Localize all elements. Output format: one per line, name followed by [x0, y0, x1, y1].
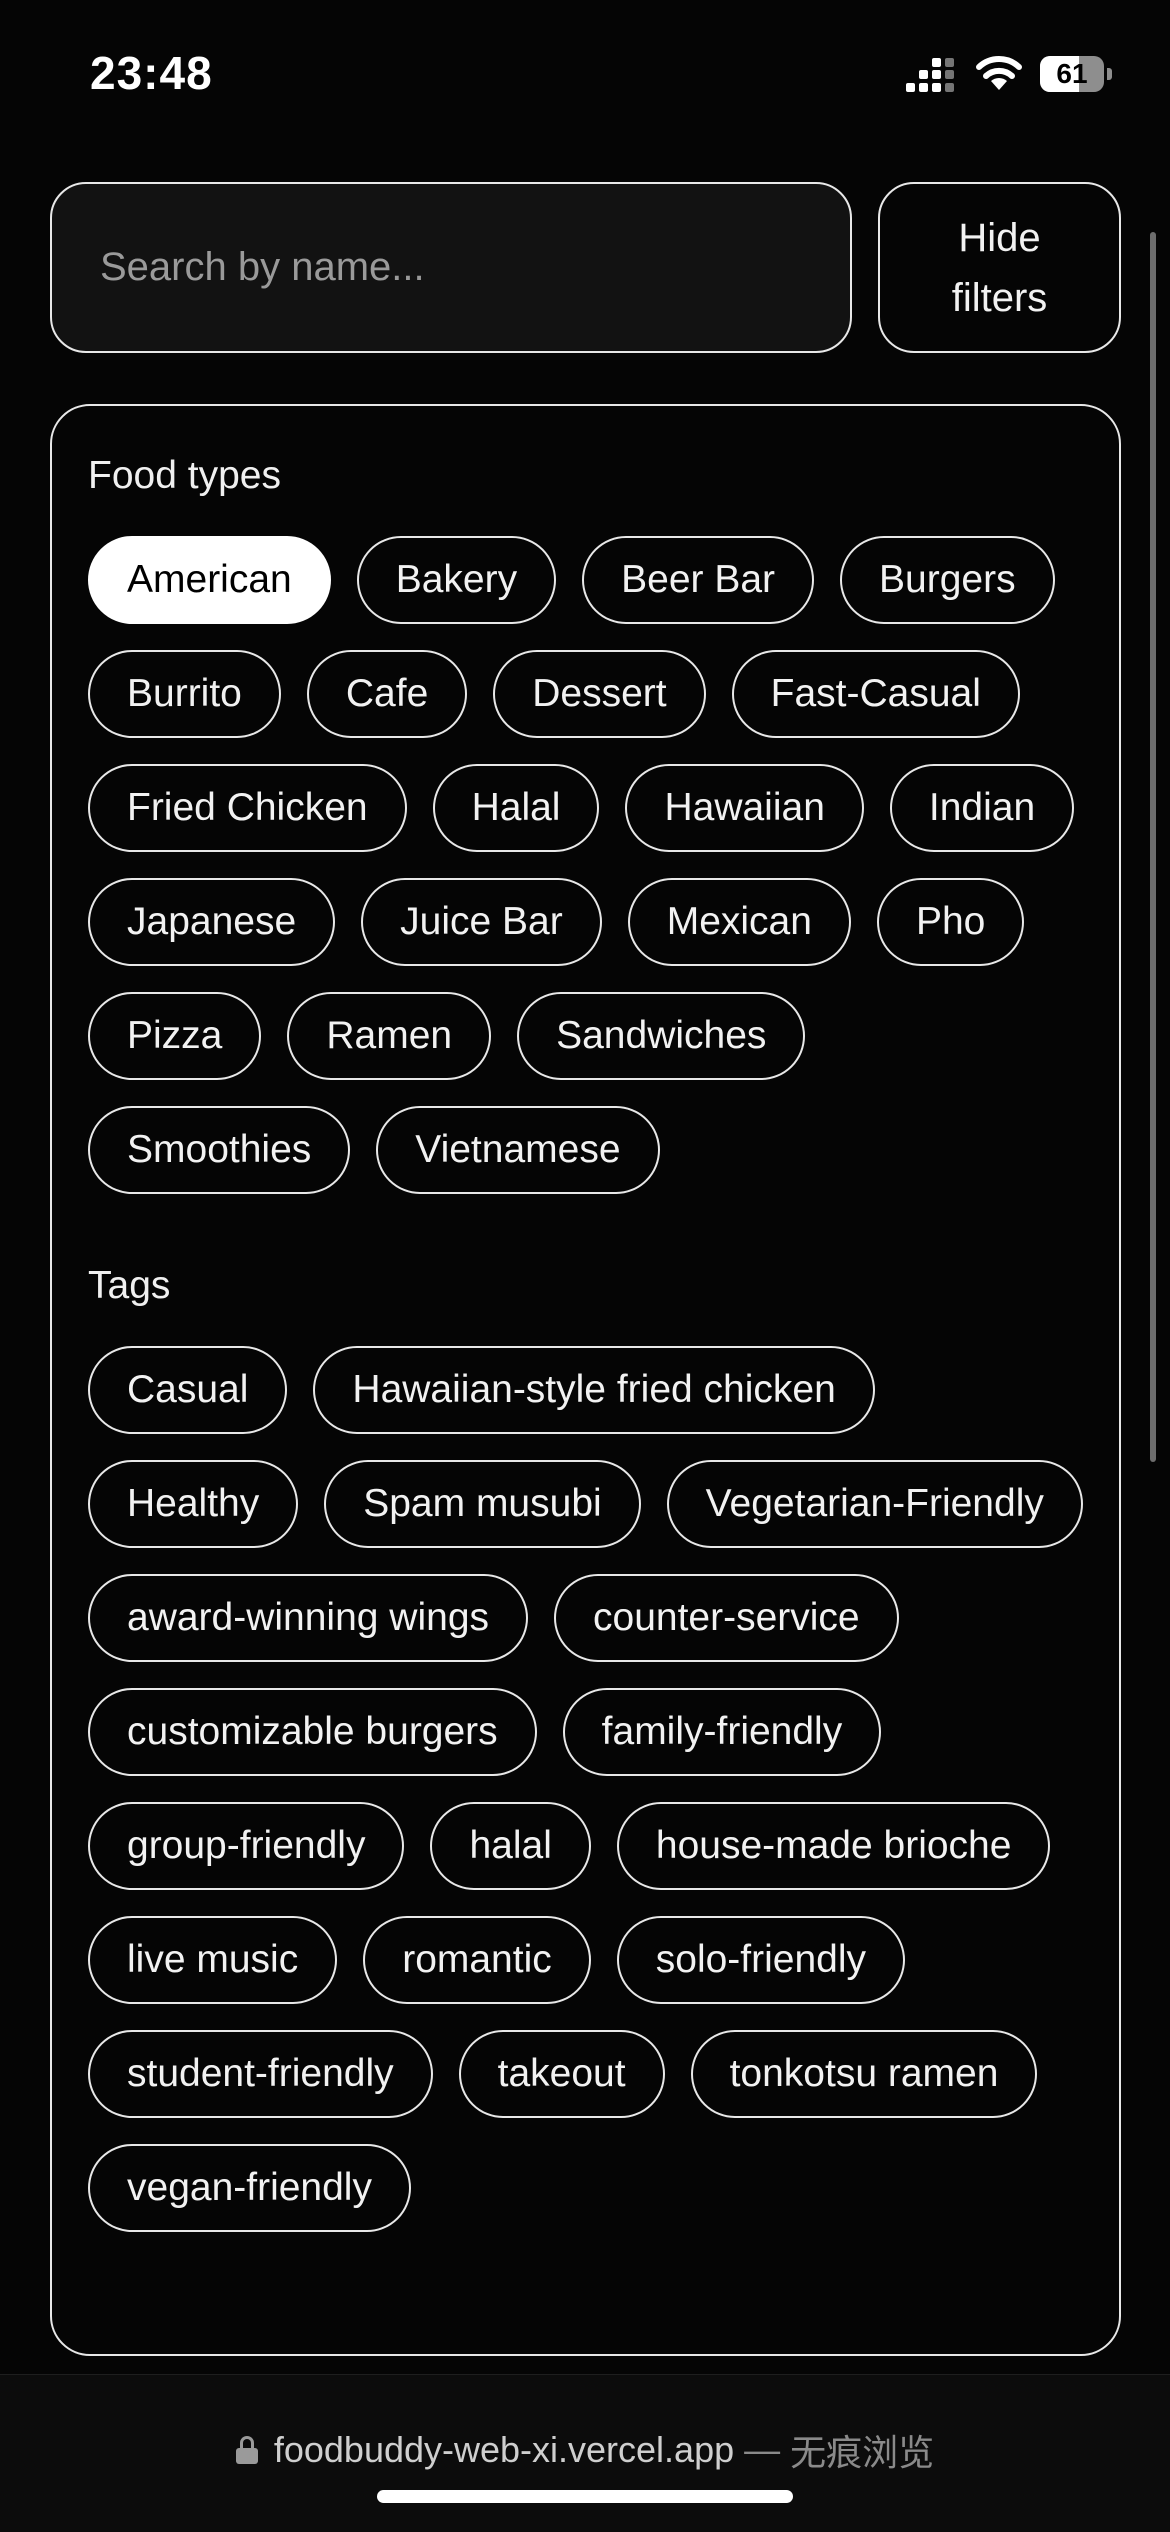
tag-chip-spam-musubi[interactable]: Spam musubi	[324, 1460, 641, 1548]
food-type-chip-indian[interactable]: Indian	[889, 764, 1075, 852]
food-type-chip-smoothies[interactable]: Smoothies	[88, 1106, 351, 1194]
food-type-chip-american[interactable]: American	[88, 536, 331, 624]
tag-chip-award-winning-wings[interactable]: award-winning wings	[88, 1574, 529, 1662]
food-type-chip-halal[interactable]: Halal	[432, 764, 600, 852]
food-type-chip-hawaiian[interactable]: Hawaiian	[625, 764, 864, 852]
screen: 23:48 61 Hide filters Food types America…	[0, 0, 1170, 2532]
food-type-chip-beer-bar[interactable]: Beer Bar	[582, 536, 815, 624]
food-type-chip-pizza[interactable]: Pizza	[88, 992, 262, 1080]
tag-chip-live-music[interactable]: live music	[88, 1916, 338, 2004]
food-type-chip-bakery[interactable]: Bakery	[356, 536, 557, 624]
food-types-title: Food types	[88, 454, 281, 497]
tag-chip-hawaiian-style-fried-chicken[interactable]: Hawaiian-style fried chicken	[313, 1346, 875, 1434]
url-text: foodbuddy-web-xi.vercel.app	[273, 2429, 735, 2470]
tag-chip-counter-service[interactable]: counter-service	[554, 1574, 899, 1662]
battery-icon: 61	[1040, 56, 1112, 92]
food-type-chip-japanese[interactable]: Japanese	[88, 878, 336, 966]
tag-chip-casual[interactable]: Casual	[88, 1346, 288, 1434]
tag-chip-takeout[interactable]: takeout	[458, 2030, 665, 2118]
food-type-chip-mexican[interactable]: Mexican	[627, 878, 851, 966]
food-types-chip-group: American Bakery Beer Bar Burgers Burrito Cafe…	[88, 536, 1083, 1194]
filter-panel: Food types American Bakery Beer Bar Burgers…	[50, 404, 1121, 2356]
tag-chip-tonkotsu-ramen[interactable]: tonkotsu ramen	[690, 2030, 1038, 2118]
food-type-chip-burrito[interactable]: Burrito	[88, 650, 281, 738]
food-type-chip-cafe[interactable]: Cafe	[306, 650, 468, 738]
food-type-chip-juice-bar[interactable]: Juice Bar	[361, 878, 602, 966]
tag-chip-romantic[interactable]: romantic	[363, 1916, 591, 2004]
food-type-chip-dessert[interactable]: Dessert	[493, 650, 706, 738]
tag-chip-vegetarian-friendly[interactable]: Vegetarian-Friendly	[666, 1460, 1083, 1548]
tag-chip-student-friendly[interactable]: student-friendly	[88, 2030, 433, 2118]
tag-chip-family-friendly[interactable]: family-friendly	[562, 1688, 882, 1776]
tag-chip-group-friendly[interactable]: group-friendly	[88, 1802, 405, 1890]
food-type-chip-sandwiches[interactable]: Sandwiches	[517, 992, 806, 1080]
home-indicator[interactable]	[377, 2490, 793, 2503]
food-type-chip-pho[interactable]: Pho	[876, 878, 1025, 966]
search-input[interactable]	[100, 184, 820, 351]
signal-icon	[906, 58, 954, 94]
tag-chip-vegan-friendly[interactable]: vegan-friendly	[88, 2144, 411, 2232]
tags-title: Tags	[88, 1264, 171, 1307]
tag-chip-solo-friendly[interactable]: solo-friendly	[616, 1916, 906, 2004]
tags-chip-group: Casual Hawaiian-style fried chicken Health…	[88, 1346, 1083, 2232]
food-type-chip-fast-casual[interactable]: Fast-Casual	[731, 650, 1020, 738]
browser-bottom-bar: foodbuddy-web-xi.vercel.app — 无痕浏览	[0, 2374, 1170, 2532]
tag-chip-customizable-burgers[interactable]: customizable burgers	[88, 1688, 537, 1776]
url-separator: —	[744, 2429, 781, 2470]
food-type-chip-burgers[interactable]: Burgers	[840, 536, 1055, 624]
battery-level-text: 61	[1056, 58, 1088, 89]
tag-chip-house-made-brioche[interactable]: house-made brioche	[616, 1802, 1051, 1890]
status-bar: 23:48 61	[0, 0, 1170, 150]
wifi-icon	[976, 56, 1022, 90]
private-browsing-label: 无痕浏览	[790, 2432, 935, 2473]
status-time: 23:48	[90, 47, 213, 99]
food-type-chip-ramen[interactable]: Ramen	[287, 992, 492, 1080]
food-type-chip-fried-chicken[interactable]: Fried Chicken	[88, 764, 407, 852]
address-bar[interactable]: foodbuddy-web-xi.vercel.app — 无痕浏览	[0, 2425, 1170, 2475]
search-box[interactable]	[50, 182, 852, 353]
food-type-chip-vietnamese[interactable]: Vietnamese	[376, 1106, 660, 1194]
hide-filters-button[interactable]: Hide filters	[878, 182, 1121, 353]
page-scrollbar[interactable]	[1150, 232, 1156, 1462]
tag-chip-halal[interactable]: halal	[430, 1802, 591, 1890]
tag-chip-healthy[interactable]: Healthy	[88, 1460, 299, 1548]
lock-icon	[235, 2436, 258, 2464]
